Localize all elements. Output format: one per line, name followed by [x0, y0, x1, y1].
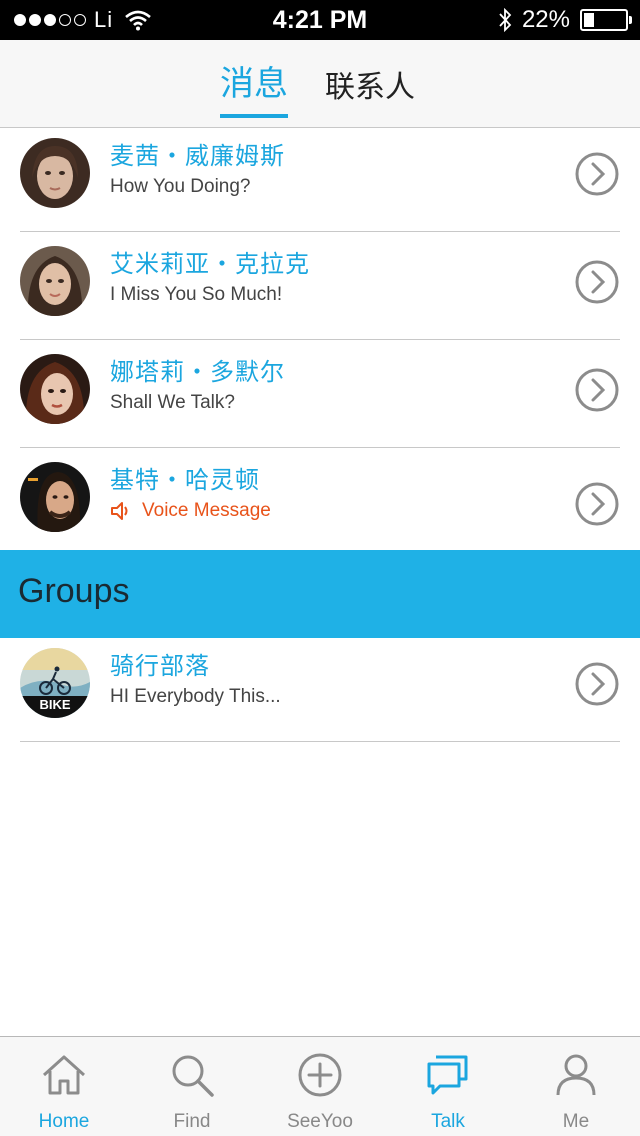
chevron-right-circle-icon[interactable]: [574, 151, 620, 197]
chevron-right-circle-icon[interactable]: [574, 661, 620, 707]
tab-talk[interactable]: Talk: [384, 1037, 512, 1136]
bottom-tab-bar: Home Find SeeYoo Talk Me: [0, 1036, 640, 1136]
tab-label: SeeYoo: [287, 1111, 353, 1132]
tab-home[interactable]: Home: [0, 1037, 128, 1136]
portrait-avatar-2: [20, 246, 90, 316]
group-item[interactable]: BIKE 骑行部落 HI Everybody This...: [0, 634, 640, 742]
portrait-avatar-3: [20, 354, 90, 424]
message-preview: I Miss You So Much!: [110, 284, 283, 305]
svg-text:BIKE: BIKE: [39, 697, 70, 712]
tab-label: Find: [173, 1111, 211, 1132]
battery-icon: [580, 9, 632, 31]
top-tab-bar: 消息 联系人: [0, 40, 640, 128]
speaker-icon: [111, 502, 128, 520]
tab-messages[interactable]: 消息: [220, 64, 288, 118]
groups-section-header: Groups: [0, 550, 640, 638]
chevron-right-circle-icon[interactable]: [574, 481, 620, 527]
tab-label: Me: [562, 1111, 590, 1132]
conversation-item[interactable]: 麦茜・威廉姆斯 How You Doing?: [0, 124, 640, 232]
tab-me[interactable]: Me: [512, 1037, 640, 1136]
voice-message-label: Voice Message: [142, 500, 271, 521]
tab-seeyoo[interactable]: SeeYoo: [256, 1037, 384, 1136]
battery-percent: 22%: [521, 6, 570, 33]
tab-label: Home: [38, 1111, 90, 1132]
bluetooth-icon: [499, 8, 512, 32]
contact-name: 麦茜・威廉姆斯: [110, 143, 285, 170]
conversation-item[interactable]: 娜塔莉・多默尔 Shall We Talk?: [0, 340, 640, 448]
person-icon: [556, 1054, 596, 1096]
message-preview: How You Doing?: [110, 176, 251, 197]
tab-find[interactable]: Find: [128, 1037, 256, 1136]
group-name: 骑行部落: [110, 653, 210, 680]
contact-name: 娜塔莉・多默尔: [110, 359, 285, 386]
message-preview: Shall We Talk?: [110, 392, 235, 413]
portrait-avatar-1: [20, 138, 90, 208]
contact-name: 基特・哈灵顿: [110, 467, 260, 494]
status-right: 22%: [498, 0, 632, 40]
plus-circle-icon: [298, 1053, 342, 1097]
message-preview: HI Everybody This...: [110, 686, 281, 707]
portrait-avatar-4: [20, 462, 90, 532]
status-bar: Li 4:21 PM 22%: [0, 0, 640, 40]
conversation-item[interactable]: 艾米莉亚・克拉克 I Miss You So Much!: [0, 232, 640, 340]
chevron-right-circle-icon[interactable]: [574, 259, 620, 305]
tab-contacts[interactable]: 联系人: [325, 68, 415, 108]
conversation-item[interactable]: 基特・哈灵顿 Voice Message: [0, 448, 640, 556]
contact-name: 艾米莉亚・克拉克: [110, 251, 310, 278]
chevron-right-circle-icon[interactable]: [574, 367, 620, 413]
voice-message-preview: Voice Message: [110, 500, 271, 522]
chat-icon: [427, 1055, 468, 1095]
home-icon: [42, 1055, 86, 1095]
tab-label: Talk: [431, 1111, 465, 1132]
search-icon: [172, 1055, 214, 1097]
bike-group-avatar: BIKE: [20, 648, 90, 718]
groups-title: Groups: [18, 572, 130, 610]
